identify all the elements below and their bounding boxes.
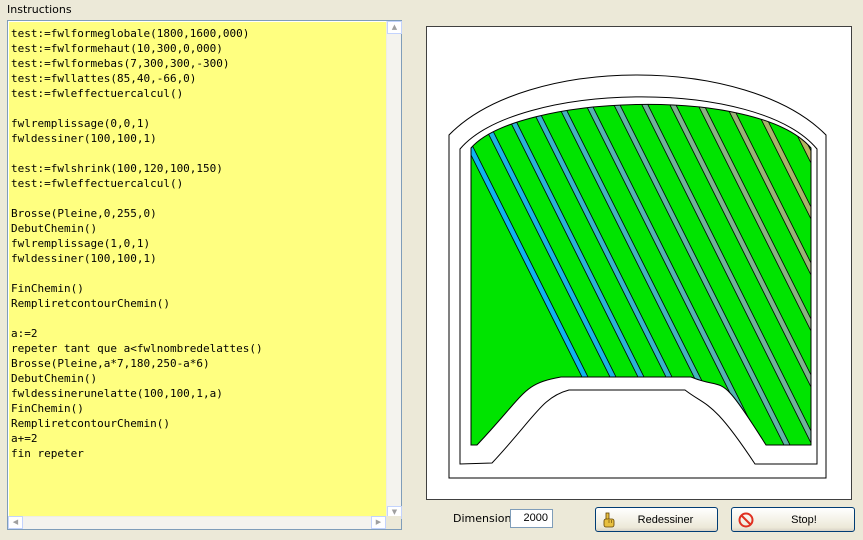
scrollbar-corner: [386, 516, 401, 529]
redraw-button-label: Redessiner: [637, 514, 694, 526]
dimension-input[interactable]: 2000: [510, 509, 553, 528]
horizontal-scrollbar[interactable]: ◀ ▶: [8, 516, 386, 529]
instructions-editor[interactable]: test:=fwlformeglobale(1800,1600,000) tes…: [7, 20, 402, 530]
drawing-canvas: [426, 26, 852, 500]
redraw-button[interactable]: Redessiner: [595, 507, 718, 532]
window-shape-drawing: [448, 74, 851, 479]
slat: [829, 87, 851, 467]
scroll-up-arrow-icon[interactable]: ▲: [387, 21, 402, 34]
code-text[interactable]: test:=fwlformeglobale(1800,1600,000) tes…: [9, 22, 387, 519]
stop-button[interactable]: Stop!: [731, 507, 855, 532]
stop-button-label: Stop!: [791, 514, 817, 526]
scroll-right-arrow-icon[interactable]: ▶: [371, 516, 386, 529]
dimension-label: Dimension: [453, 512, 512, 525]
instructions-label: Instructions: [7, 3, 72, 16]
scroll-left-arrow-icon[interactable]: ◀: [8, 516, 23, 529]
vertical-scrollbar[interactable]: ▲ ▼: [386, 21, 402, 519]
